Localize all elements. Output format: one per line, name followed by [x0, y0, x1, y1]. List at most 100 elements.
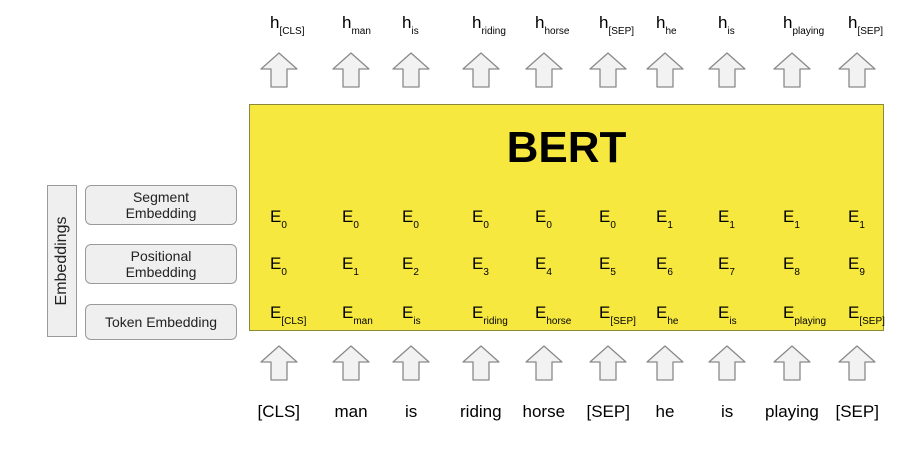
segment-e-5: E0 — [599, 207, 616, 231]
up-arrow-icon-input-4 — [525, 345, 563, 381]
token-e-9-base: E — [848, 303, 860, 322]
position-e-2-base: E — [402, 254, 414, 273]
token-e-5-subscript: [SEP] — [610, 316, 636, 327]
segment-e-8-base: E — [783, 207, 795, 226]
up-arrow-icon-input-9 — [838, 345, 876, 381]
output-h-5: h[SEP] — [599, 13, 634, 37]
segment-e-4-subscript: 0 — [546, 220, 552, 231]
token-e-7-base: E — [718, 303, 730, 322]
token-e-3-subscript: riding — [483, 316, 508, 327]
up-arrow-icon-input-2 — [392, 345, 430, 381]
output-h-7-subscript: is — [727, 26, 735, 37]
position-e-1-subscript: 1 — [353, 267, 359, 278]
input-token-8: playing — [765, 402, 819, 421]
segment-e-2-subscript: 0 — [413, 220, 419, 231]
positional-embedding-box: Positional Embedding — [85, 244, 237, 284]
position-e-7-base: E — [718, 254, 730, 273]
segment-e-8: E1 — [783, 207, 800, 231]
segment-e-9: E1 — [848, 207, 865, 231]
position-e-3-subscript: 3 — [483, 267, 489, 278]
token-e-7: Eis — [718, 303, 737, 327]
output-h-1: hman — [342, 13, 371, 37]
up-arrow-icon-output-6 — [646, 52, 684, 88]
token-e-6-base: E — [656, 303, 668, 322]
position-e-0-base: E — [270, 254, 282, 273]
token-e-8-subscript: playing — [794, 316, 827, 327]
up-arrow-icon-output-2 — [392, 52, 430, 88]
segment-e-5-base: E — [599, 207, 611, 226]
output-h-8: hplaying — [783, 13, 824, 37]
segment-e-1-subscript: 0 — [353, 220, 359, 231]
position-e-7-subscript: 7 — [729, 267, 735, 278]
position-e-2: E2 — [402, 254, 419, 278]
segment-e-5-subscript: 0 — [610, 220, 616, 231]
token-e-9: E[SEP] — [848, 303, 885, 327]
output-h-7: his — [718, 13, 735, 37]
token-e-6-subscript: he — [667, 316, 679, 327]
position-e-8: E8 — [783, 254, 800, 278]
position-e-9: E9 — [848, 254, 865, 278]
position-e-1: E1 — [342, 254, 359, 278]
output-h-3-subscript: riding — [481, 26, 506, 37]
position-e-8-base: E — [783, 254, 795, 273]
up-arrow-icon-output-9 — [838, 52, 876, 88]
position-e-5: E5 — [599, 254, 616, 278]
token-e-0: E[CLS] — [270, 303, 306, 327]
token-embedding-label: Token Embedding — [104, 314, 218, 330]
position-e-2-subscript: 2 — [413, 267, 419, 278]
position-e-5-base: E — [599, 254, 611, 273]
input-token-2: is — [405, 402, 418, 421]
position-e-4-subscript: 4 — [546, 267, 552, 278]
embeddings-side-label: Embeddings — [53, 216, 70, 306]
output-h-4-subscript: horse — [544, 26, 570, 37]
position-e-6-subscript: 6 — [667, 267, 673, 278]
token-e-5: E[SEP] — [599, 303, 636, 327]
segment-e-7-subscript: 1 — [729, 220, 735, 231]
token-e-7-subscript: is — [729, 316, 737, 327]
position-e-9-subscript: 9 — [859, 267, 865, 278]
token-e-4: Ehorse — [535, 303, 571, 327]
output-h-6-subscript: he — [665, 26, 677, 37]
up-arrow-icon-input-7 — [708, 345, 746, 381]
input-token-6: he — [655, 402, 675, 421]
token-e-1: Eman — [342, 303, 373, 327]
token-e-8: Eplaying — [783, 303, 826, 327]
up-arrow-icon-output-8 — [773, 52, 811, 88]
position-e-3: E3 — [472, 254, 489, 278]
positional-embedding-line2: Embedding — [125, 264, 197, 280]
segment-e-0-subscript: 0 — [281, 220, 287, 231]
position-e-7: E7 — [718, 254, 735, 278]
input-token-1: man — [334, 402, 368, 421]
input-token-7: is — [721, 402, 734, 421]
segment-e-3-subscript: 0 — [483, 220, 489, 231]
position-e-6: E6 — [656, 254, 673, 278]
token-embedding-box: Token Embedding — [85, 304, 237, 340]
token-e-2-subscript: is — [413, 316, 421, 327]
position-e-9-base: E — [848, 254, 860, 273]
output-h-1-subscript: man — [351, 26, 371, 37]
token-e-1-base: E — [342, 303, 354, 322]
segment-e-4: E0 — [535, 207, 552, 231]
embeddings-side-label-box: Embeddings — [47, 185, 77, 337]
up-arrow-icon-input-1 — [332, 345, 370, 381]
output-h-2: his — [402, 13, 419, 37]
up-arrow-icon-input-0 — [260, 345, 298, 381]
output-h-0-subscript: [CLS] — [279, 26, 305, 37]
segment-e-2-base: E — [402, 207, 414, 226]
input-token-5: [SEP] — [586, 402, 630, 421]
token-e-3: Eriding — [472, 303, 508, 327]
up-arrow-icon-output-5 — [589, 52, 627, 88]
position-e-6-base: E — [656, 254, 668, 273]
up-arrow-icon-output-3 — [462, 52, 500, 88]
token-e-6: Ehe — [656, 303, 678, 327]
segment-e-6-base: E — [656, 207, 668, 226]
output-h-4: hhorse — [535, 13, 569, 37]
segment-e-3: E0 — [472, 207, 489, 231]
position-e-8-subscript: 8 — [794, 267, 800, 278]
segment-embedding-line2: Embedding — [125, 205, 197, 221]
segment-embedding-box: Segment Embedding — [85, 185, 237, 225]
up-arrow-icon-input-8 — [773, 345, 811, 381]
output-h-5-subscript: [SEP] — [608, 26, 635, 37]
token-e-0-base: E — [270, 303, 282, 322]
position-e-4: E4 — [535, 254, 552, 278]
